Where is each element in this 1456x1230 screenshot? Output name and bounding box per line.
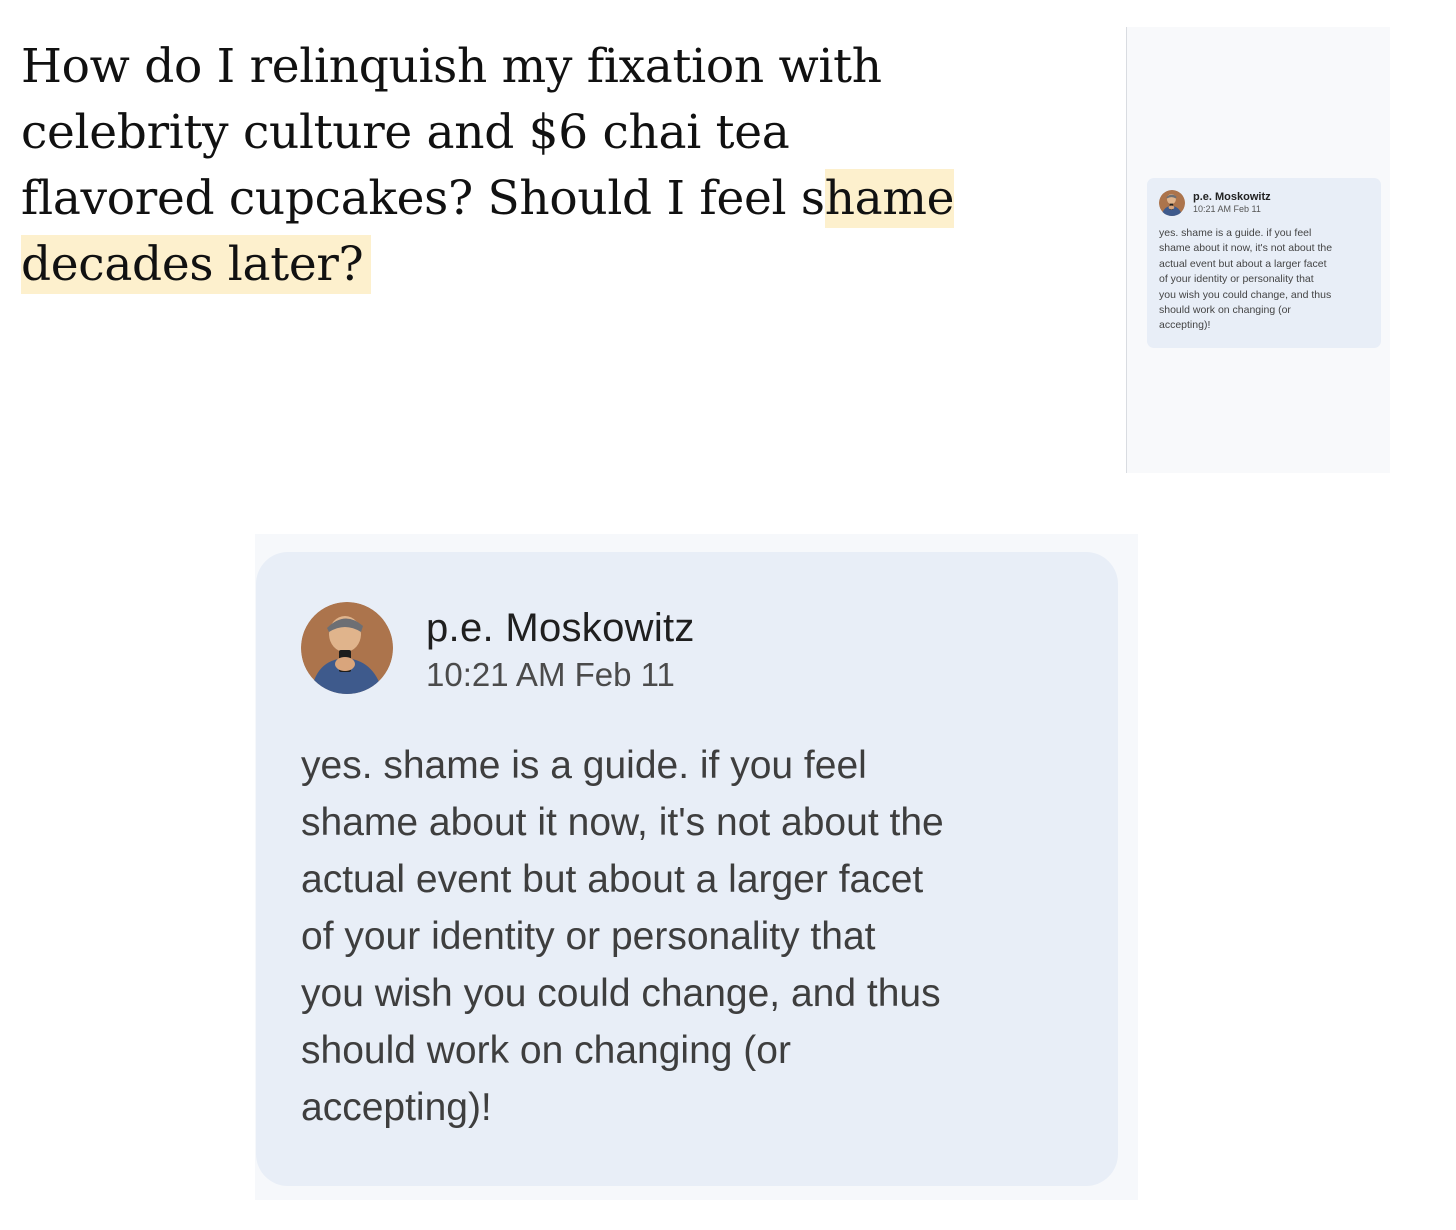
comment-card-small[interactable]: p.e. Moskowitz 10:21 AM Feb 11 yes. sham… <box>1147 178 1381 348</box>
comment-timestamp-small: 10:21 AM Feb 11 <box>1193 204 1261 214</box>
question-text-plain: How do I relinquish my fixation with cel… <box>21 39 882 226</box>
comment-card-large[interactable]: p.e. Moskowitz 10:21 AM Feb 11 yes. sham… <box>256 552 1118 1186</box>
comment-author: p.e. Moskowitz <box>426 606 695 650</box>
comment-zoom-panel: p.e. Moskowitz 10:21 AM Feb 11 yes. sham… <box>255 534 1138 1200</box>
avatar-photo-icon <box>1159 190 1185 216</box>
comment-header-small: p.e. Moskowitz 10:21 AM Feb 11 <box>1159 190 1369 216</box>
avatar <box>301 602 393 694</box>
avatar <box>1159 190 1185 216</box>
comment-author-small: p.e. Moskowitz <box>1193 191 1271 203</box>
comment-sidebar: p.e. Moskowitz 10:21 AM Feb 11 yes. sham… <box>1126 27 1390 473</box>
question-text: How do I relinquish my fixation with cel… <box>21 34 981 298</box>
comment-body-small: yes. shame is a guide. if you feel shame… <box>1159 227 1333 332</box>
comment-body: yes. shame is a guide. if you feel shame… <box>301 744 944 1129</box>
avatar-photo-icon <box>301 602 393 694</box>
comment-timestamp: 10:21 AM Feb 11 <box>426 656 675 693</box>
